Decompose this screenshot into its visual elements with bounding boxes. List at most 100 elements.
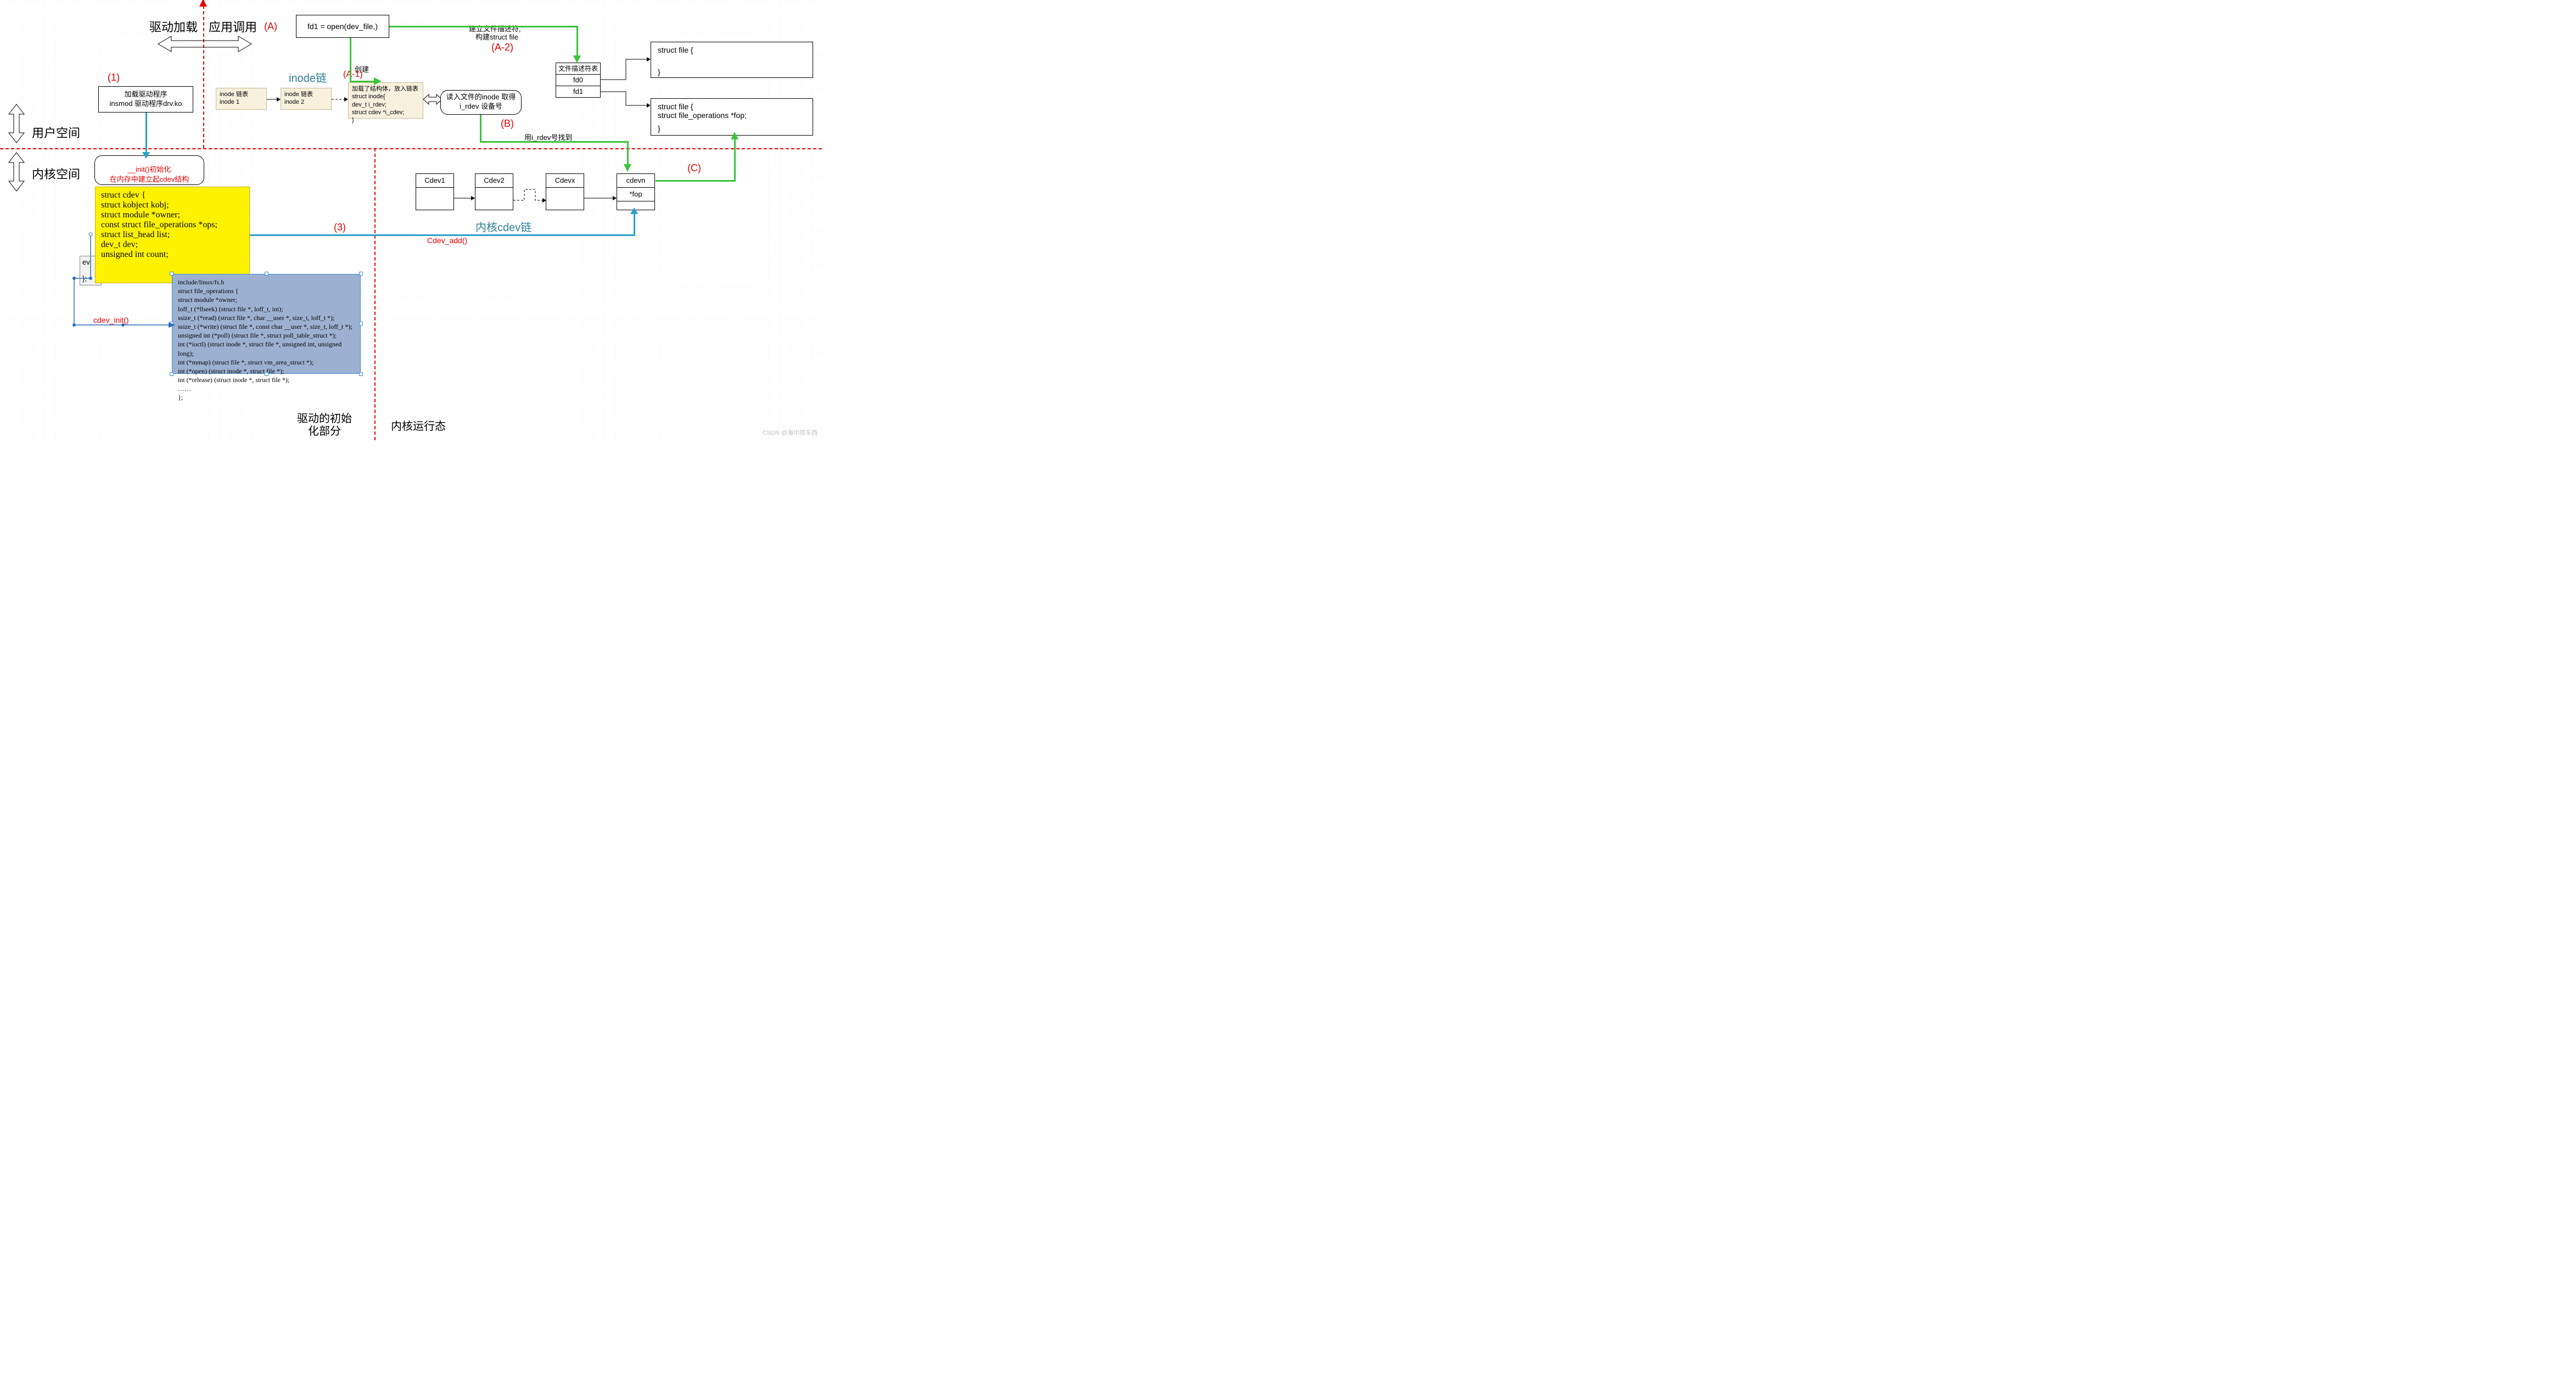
arrow-c-up xyxy=(731,132,738,139)
step-1: (1) xyxy=(108,72,120,83)
handle-tc[interactable] xyxy=(265,272,268,276)
fo-l7: int (*ioctl) (struct inode *, struct fil… xyxy=(178,340,355,357)
inode2-l1: inode 链表 xyxy=(284,91,328,98)
fo-l6: unsigned int (*poll) (struct file *, str… xyxy=(178,331,355,340)
box-insmod: 加载驱动程序 insmod 驱动程序drv.ko xyxy=(98,86,193,113)
gline-open-down xyxy=(350,38,351,82)
fd-row-1: fd1 xyxy=(556,86,601,98)
a2-msg-l2: 构建struct file xyxy=(475,31,518,42)
sfb-l2: struct file_operations *fop; xyxy=(658,111,806,120)
box-read-inode: 读入文件的inode 取得 i_rdev 设备号 xyxy=(440,90,522,115)
fo-l2: struct module *owner; xyxy=(178,295,355,304)
inode1-l1: inode 链表 xyxy=(220,91,263,98)
cdevx-body xyxy=(546,187,584,210)
gline-a2-h xyxy=(389,26,578,27)
arrow-b-down xyxy=(624,164,631,172)
step-b: (B) xyxy=(501,118,514,130)
gline-b-v xyxy=(480,115,481,141)
cdevn-title: cdevn xyxy=(617,173,655,188)
arrow-add-up xyxy=(630,207,638,214)
box-struct-file-bot: struct file { struct file_operations *fo… xyxy=(651,98,813,136)
insmod-l1: 加载驱动程序 xyxy=(99,90,193,99)
label-user-space: 用户空间 xyxy=(32,123,80,141)
fo-l12: }; xyxy=(178,393,355,402)
fd-title: 文件描述符表 xyxy=(556,63,601,75)
label-cdev-init: cdev_init() xyxy=(93,316,129,324)
fo-l0: include/linux/fs.h xyxy=(178,278,355,287)
cc-l3: const struct file_operations *ops; xyxy=(101,220,244,230)
arrow-divider-top-up xyxy=(199,0,207,7)
arrow-c1-c2 xyxy=(454,195,475,201)
cdev2-body xyxy=(475,187,513,210)
ri-l1: 读入文件的inode 取得 xyxy=(441,93,521,102)
box-inode2: inode 链表 inode 2 xyxy=(281,88,332,110)
gline-c-v xyxy=(734,136,736,182)
cc-l2: struct module *owner; xyxy=(101,210,244,220)
sfb-l1: struct file { xyxy=(658,102,806,111)
box-open: fd1 = open(dev_file,) xyxy=(296,15,389,38)
fo-l8: int (*mmap) (struct file *, struct vm_ar… xyxy=(178,358,355,367)
label-find-irdev: 用i_rdev号找到 xyxy=(524,132,572,142)
divider-user-kernel xyxy=(0,148,822,149)
arrow-struct-read xyxy=(423,93,442,105)
fo-l10: int (*release) (struct inode *, struct f… xyxy=(178,375,355,384)
is-l1: 加载了结构体，放入链表 xyxy=(352,85,419,93)
inode1-l2: inode 1 xyxy=(220,98,263,106)
fo-l5: ssize_t (*write) (struct file *, const c… xyxy=(178,322,355,331)
label-inode-chain: inode链 xyxy=(289,69,327,85)
cdevn-fop: *fop xyxy=(617,187,655,201)
arrow-user-space xyxy=(4,104,29,143)
label-cdev-add: Cdev_add() xyxy=(427,236,467,245)
handle-br[interactable] xyxy=(359,372,363,376)
handle-bl[interactable] xyxy=(170,372,173,376)
box-struct-file-top: struct file { } xyxy=(651,42,813,78)
ri-l2: i_rdev 设备号 xyxy=(441,102,521,111)
arrow-inode1-2 xyxy=(267,97,281,102)
is-l4: struct cdev *i_cdev; xyxy=(352,109,419,116)
bline-1-2 xyxy=(145,113,147,155)
arrow-load-call xyxy=(158,32,251,56)
handle-bc[interactable] xyxy=(265,372,268,376)
is-l3: dev_t i_rdev; xyxy=(352,101,419,109)
init-l1: __init()初始化 xyxy=(95,165,204,175)
bline-add-v xyxy=(634,211,635,236)
arrow-fd0-file xyxy=(601,55,651,85)
sft-l1: struct file { xyxy=(658,46,806,54)
handle-tr[interactable] xyxy=(359,272,363,276)
label-kernel-runtime: 内核运行态 xyxy=(391,417,446,433)
is-l2: struct inode{ xyxy=(352,93,419,100)
arrow-a2-down xyxy=(573,55,581,63)
cc-l1: struct kobject kobj; xyxy=(101,200,244,210)
sft-l2: } xyxy=(658,68,806,76)
gline-c-h xyxy=(656,180,735,182)
step-a1: (A-1) xyxy=(343,70,363,80)
arrow-cx-cn xyxy=(584,195,617,201)
step-a: (A) xyxy=(264,21,277,32)
divider-vertical-top xyxy=(203,0,204,148)
arrow-1-2 xyxy=(142,152,150,159)
fo-l11: …… xyxy=(178,384,355,393)
divider-vertical-bottom xyxy=(374,148,376,440)
init-l2: 在内存中建立起cdev结构 xyxy=(95,175,204,184)
label-cdev-chain: 内核cdev链 xyxy=(475,218,531,234)
line-cdev-init xyxy=(71,234,175,328)
fd-row-0: fd0 xyxy=(556,74,601,86)
arrow-inode2-struct xyxy=(332,97,348,102)
handle-mr[interactable] xyxy=(359,322,363,325)
step-3: (3) xyxy=(334,222,346,233)
box-inode1: inode 链表 inode 1 xyxy=(216,88,267,110)
code-fops: include/linux/fs.h struct file_operation… xyxy=(172,274,361,374)
label-kernel-space: 内核空间 xyxy=(32,165,80,182)
step-c: (C) xyxy=(687,162,701,174)
cdev1-body xyxy=(416,187,454,210)
fo-l3: loff_t (*llseek) (struct file *, loff_t,… xyxy=(178,305,355,313)
cdev1-title: Cdev1 xyxy=(416,173,454,188)
arrow-c2-cx xyxy=(513,187,546,203)
step-a2: (A-2) xyxy=(491,42,513,53)
insmod-l2: insmod 驱动程序drv.ko xyxy=(99,99,193,109)
gline-a2-v xyxy=(576,26,578,59)
box-inode-struct: 加载了结构体，放入链表 struct inode{ dev_t i_rdev; … xyxy=(348,82,423,119)
cdev2-title: Cdev2 xyxy=(475,173,513,188)
arrow-kernel-space xyxy=(4,153,29,191)
cdevx-title: Cdevx xyxy=(546,173,584,188)
